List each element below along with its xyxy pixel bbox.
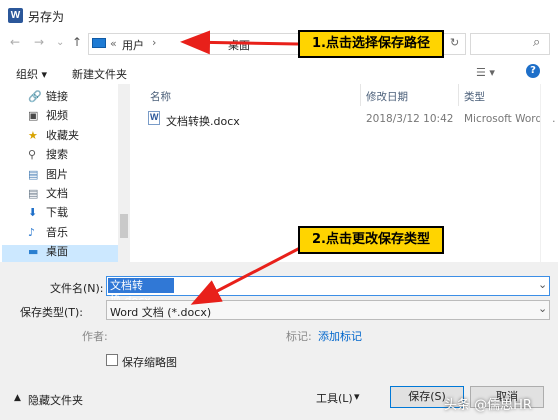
watermark: 头条 @儒思HR [444,398,532,413]
arrow-to-filetype [190,246,301,305]
annotation-arrows [180,30,301,305]
callout-step1: 1.点击选择保存路径 [298,30,444,58]
arrow-to-address-bar [180,30,299,55]
callout-step2: 2.点击更改保存类型 [298,226,444,254]
